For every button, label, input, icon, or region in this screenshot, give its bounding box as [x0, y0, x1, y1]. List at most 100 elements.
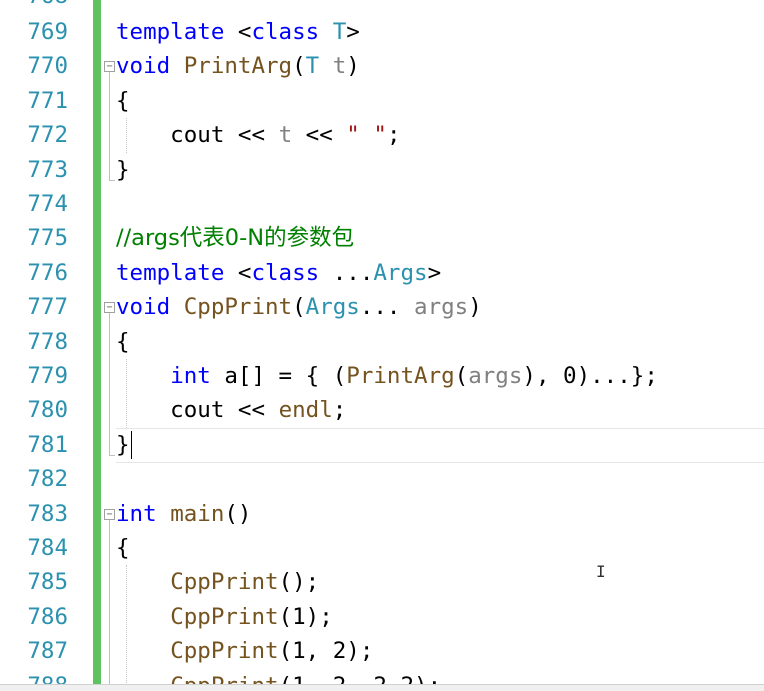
code-token: (1, 2);: [278, 638, 374, 665]
line-number: 775: [27, 225, 68, 252]
code-token: (: [292, 294, 306, 321]
code-token: args: [468, 363, 523, 389]
code-line[interactable]: {: [116, 84, 130, 118]
code-token: a[] = { (: [210, 363, 347, 389]
line-number: 778: [27, 328, 68, 355]
code-token: (): [224, 500, 252, 527]
line-number: 774: [27, 191, 68, 217]
outline-region-line: [109, 72, 110, 180]
code-token: Args: [373, 259, 428, 286]
code-token: }: [116, 431, 130, 458]
code-token: " ": [346, 122, 387, 149]
code-token: T: [332, 19, 347, 45]
line-number: 785: [27, 569, 68, 596]
code-token: int: [116, 500, 157, 527]
code-line[interactable]: {: [116, 325, 130, 359]
code-token: ...: [359, 294, 415, 321]
code-line[interactable]: template <class T>: [116, 15, 360, 49]
line-number: 780: [27, 397, 68, 424]
code-text-area[interactable]: template <class T> void PrintArg(T t) −{ c…: [103, 0, 764, 691]
code-token: {: [116, 87, 130, 114]
line-number: 783: [27, 500, 68, 527]
change-tracking-bar: [93, 0, 101, 691]
collapse-toggle-icon[interactable]: −: [104, 508, 115, 520]
code-token: >: [427, 259, 442, 286]
code-line[interactable]: }: [116, 153, 130, 187]
collapse-toggle-icon[interactable]: −: [104, 61, 115, 73]
code-token: void: [116, 294, 171, 321]
code-line[interactable]: template <class ...Args>: [116, 256, 441, 290]
code-token: <: [224, 259, 252, 286]
code-token: (: [292, 53, 306, 80]
code-token: (1);: [278, 603, 333, 630]
code-token: (: [454, 363, 469, 389]
outline-region-end: [109, 454, 115, 456]
code-token: ();: [278, 569, 320, 596]
code-token: //args代表0-N的参数包: [116, 225, 355, 252]
line-number: 773: [27, 156, 68, 183]
indent-guide: [126, 118, 127, 153]
code-token: cout <<: [116, 122, 279, 149]
code-token: template: [116, 19, 225, 45]
code-line[interactable]: {: [116, 531, 130, 565]
code-token: class: [251, 259, 320, 286]
code-line[interactable]: CppPrint(1, 2);: [116, 634, 373, 668]
text-caret: [131, 431, 132, 459]
current-line-highlight: [116, 428, 764, 463]
code-line[interactable]: cout << t << " ";: [116, 118, 400, 152]
code-token: CppPrint: [183, 294, 293, 321]
code-token: ;: [332, 397, 347, 424]
collapse-toggle-icon[interactable]: −: [104, 302, 115, 314]
line-number: 777: [27, 294, 68, 321]
line-number: 782: [27, 466, 68, 493]
line-number: 779: [27, 363, 68, 389]
code-token: ): [468, 294, 482, 321]
line-number: 769: [27, 19, 68, 45]
code-line[interactable]: void CppPrint(Args... args): [116, 290, 482, 324]
code-token: class: [251, 19, 320, 45]
line-number: 776: [27, 259, 68, 286]
outline-region-line: [109, 313, 110, 455]
code-editor[interactable]: 768 769 770 771 772 773 774 775 776 777 778 779 780…: [0, 0, 764, 691]
code-token: T: [305, 53, 320, 80]
code-token: PrintArg: [346, 363, 455, 389]
code-token: t: [332, 53, 347, 80]
code-token: t: [278, 122, 293, 149]
line-number: 768: [0, 0, 68, 13]
code-token: ), 0)...};: [522, 363, 658, 389]
code-token: cout <<: [116, 397, 279, 424]
horizontal-scrollbar[interactable]: [0, 684, 764, 691]
code-line[interactable]: //args代表0-N的参数包: [116, 221, 354, 255]
code-line[interactable]: CppPrint(1);: [116, 600, 333, 634]
code-token: ): [346, 53, 360, 80]
line-number: 781: [27, 431, 68, 458]
code-token: <: [224, 19, 252, 45]
line-number: 770: [27, 53, 68, 80]
code-token: CppPrint: [170, 638, 279, 665]
code-line[interactable]: int a[] = { (PrintArg(args), 0)...};: [116, 359, 658, 393]
line-number: 786: [27, 603, 68, 630]
indent-guide: [126, 565, 127, 691]
code-line[interactable]: cout << endl;: [116, 393, 346, 427]
code-token: ;: [386, 122, 401, 149]
code-token: <<: [292, 122, 347, 149]
line-number: 771: [27, 87, 68, 114]
code-line[interactable]: CppPrint();: [116, 565, 319, 599]
line-number: 772: [27, 122, 68, 149]
code-line[interactable]: }: [116, 428, 130, 462]
code-line[interactable]: void PrintArg(T t): [116, 49, 360, 83]
code-token: void: [116, 53, 171, 80]
ibeam-cursor-icon: I: [596, 562, 606, 581]
code-token: args: [414, 294, 469, 321]
code-token: ...: [319, 259, 374, 286]
code-token: CppPrint: [170, 569, 279, 596]
line-number: 784: [27, 535, 68, 561]
code-line[interactable]: int main(): [116, 497, 251, 531]
